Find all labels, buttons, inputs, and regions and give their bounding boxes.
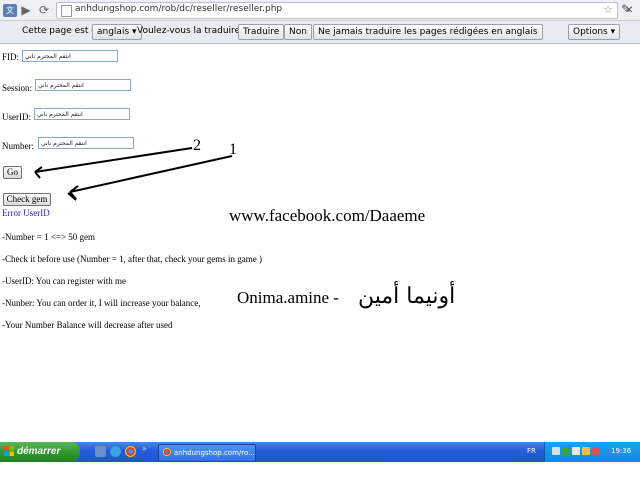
arrow-2 (34, 147, 193, 173)
chevron-right-icon[interactable]: » (142, 444, 147, 453)
arabic-text: أونيما أمين (358, 284, 456, 309)
taskbar-item[interactable]: anhdungshop.com/ro... (158, 444, 256, 462)
shield-icon[interactable] (562, 447, 570, 455)
ie-icon[interactable] (110, 446, 121, 457)
windows-flag-icon (4, 446, 14, 456)
tray-icon[interactable] (552, 447, 560, 455)
clock: 19:36 (611, 447, 632, 455)
arrow-1-head (67, 185, 79, 201)
tray-icon[interactable] (592, 447, 600, 455)
chrome-icon[interactable] (125, 446, 136, 457)
show-desktop-icon[interactable] (95, 446, 106, 457)
start-label: démarrer (17, 446, 61, 457)
taskbar-item-label: anhdungshop.com/ro... (174, 449, 255, 457)
mark-2: 2 (193, 137, 201, 154)
mark-1: 1 (229, 141, 237, 158)
network-icon[interactable] (572, 447, 580, 455)
arrow-1 (69, 155, 233, 193)
language-indicator[interactable]: FR (527, 447, 536, 455)
chrome-icon (163, 448, 171, 456)
arrow-2-head (34, 166, 43, 179)
tray-icon[interactable] (582, 447, 590, 455)
facebook-text: www.facebook.com/Daaeme (229, 206, 426, 225)
page-bottom-margin (0, 462, 640, 480)
onima-text: Onima.amine - (237, 288, 339, 307)
